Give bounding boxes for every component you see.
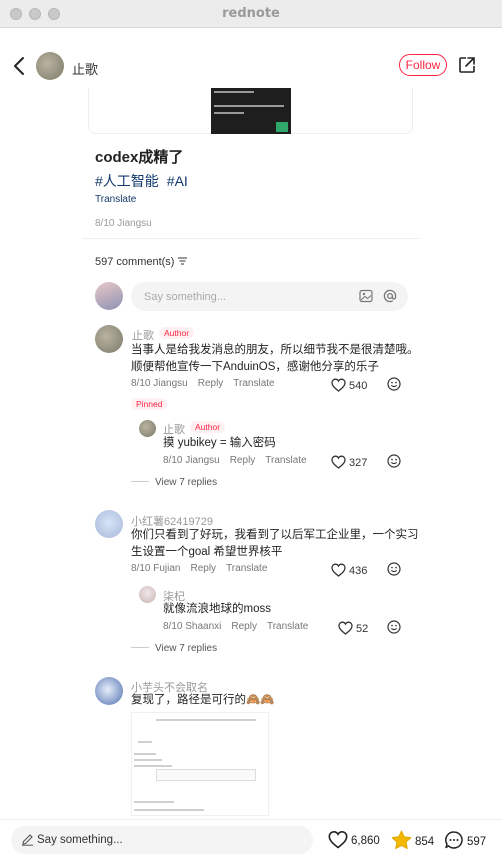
follow-button[interactable]: Follow (399, 54, 447, 76)
comment-text: 当事人是给我发消息的朋友，所以细节我不是很清楚哦。 顺便帮他宣传一下Anduin… (131, 344, 419, 373)
current-user-avatar (95, 282, 123, 310)
reply-button[interactable]: Reply (198, 378, 224, 389)
heart-icon (331, 378, 346, 392)
reply-text: 就像流浪地球的moss (163, 603, 271, 615)
author-badge: Author (159, 327, 195, 339)
window-titlebar: rednote (0, 0, 502, 28)
emoji-reaction-icon[interactable] (387, 377, 401, 391)
post-like-button[interactable]: 6,860 (328, 830, 380, 849)
tag-link[interactable]: #AI (167, 173, 188, 189)
reply-text: 摸 yubikey = 输入密码 (163, 437, 276, 449)
emoji-reaction-icon[interactable] (387, 620, 401, 634)
comment-input[interactable]: Say something... (131, 282, 408, 311)
post-tags: #人工智能 #AI (95, 171, 196, 191)
translate-button[interactable]: Translate (265, 455, 306, 466)
reply-avatar[interactable] (139, 420, 156, 437)
comment-meta: 8/10 Jiangsu Reply Translate (131, 378, 275, 389)
comment-text: 复现了，路径是可行的🙈🙈 (131, 694, 275, 706)
heart-icon (331, 455, 346, 469)
pinned-badge: Pinned (131, 398, 168, 410)
comment-image[interactable] (131, 712, 269, 816)
tag-link[interactable]: #人工智能 (95, 173, 159, 189)
author-badge: Author (190, 421, 226, 433)
emoji-reaction-icon[interactable] (387, 562, 401, 576)
view-replies-button[interactable]: View 7 replies (131, 643, 217, 654)
bottom-action-bar: Say something... 6,860 854 597 (0, 819, 502, 859)
translate-button[interactable]: Translate (226, 563, 267, 574)
post-comments-button[interactable]: 597 (444, 830, 486, 850)
reply-meta: 8/10 Shaanxi Reply Translate (163, 621, 309, 632)
mention-icon[interactable] (383, 289, 397, 303)
commenter-avatar[interactable] (95, 510, 123, 538)
reply-like-button[interactable]: 327 (331, 455, 367, 469)
translate-link[interactable]: Translate (95, 194, 136, 205)
post-date-location: 8/10 Jiangsu (95, 218, 152, 229)
post-title: codex成精了 (95, 149, 184, 166)
window-title: rednote (222, 6, 280, 21)
divider (82, 238, 420, 239)
heart-icon (338, 621, 353, 635)
post-image[interactable] (211, 88, 291, 134)
share-icon[interactable] (458, 56, 476, 74)
heart-icon (328, 830, 348, 849)
emoji: 🙈🙈 (246, 694, 275, 706)
star-icon (391, 830, 412, 850)
translate-button[interactable]: Translate (267, 621, 308, 632)
comment-count[interactable]: 597 comment(s) (95, 256, 187, 268)
comment-text: 你们只看到了好玩，我看到了以后军工企业里，一个实习 生设置一个goal 希望世界… (131, 529, 419, 558)
translate-button[interactable]: Translate (233, 378, 274, 389)
reply-meta: 8/10 Jiangsu Reply Translate (163, 455, 307, 466)
view-replies-button[interactable]: View 7 replies (131, 477, 217, 488)
heart-icon (331, 563, 346, 577)
reply-like-button[interactable]: 52 (338, 621, 368, 635)
commenter-avatar[interactable] (95, 325, 123, 353)
reply-button[interactable]: Reply (231, 621, 257, 632)
comment-bubble-icon (445, 831, 463, 849)
image-icon[interactable] (359, 289, 373, 303)
back-arrow-icon[interactable] (12, 56, 28, 76)
commenter-avatar[interactable] (95, 677, 123, 705)
comment-like-button[interactable]: 540 (331, 378, 367, 392)
author-avatar[interactable] (36, 52, 64, 80)
comment-meta: 8/10 Fujian Reply Translate (131, 563, 268, 574)
reply-avatar[interactable] (139, 586, 156, 603)
commenter-name[interactable]: 止歌 (132, 327, 154, 343)
sort-icon[interactable] (177, 257, 187, 265)
emoji-reaction-icon[interactable] (387, 454, 401, 468)
bottom-comment-input[interactable]: Say something... (11, 826, 313, 854)
pencil-icon (22, 834, 33, 846)
reply-button[interactable]: Reply (230, 455, 256, 466)
reply-button[interactable]: Reply (190, 563, 216, 574)
comment-like-button[interactable]: 436 (331, 563, 367, 577)
author-name[interactable]: 止歌 (72, 59, 98, 78)
post-collect-button[interactable]: 854 (391, 830, 434, 850)
